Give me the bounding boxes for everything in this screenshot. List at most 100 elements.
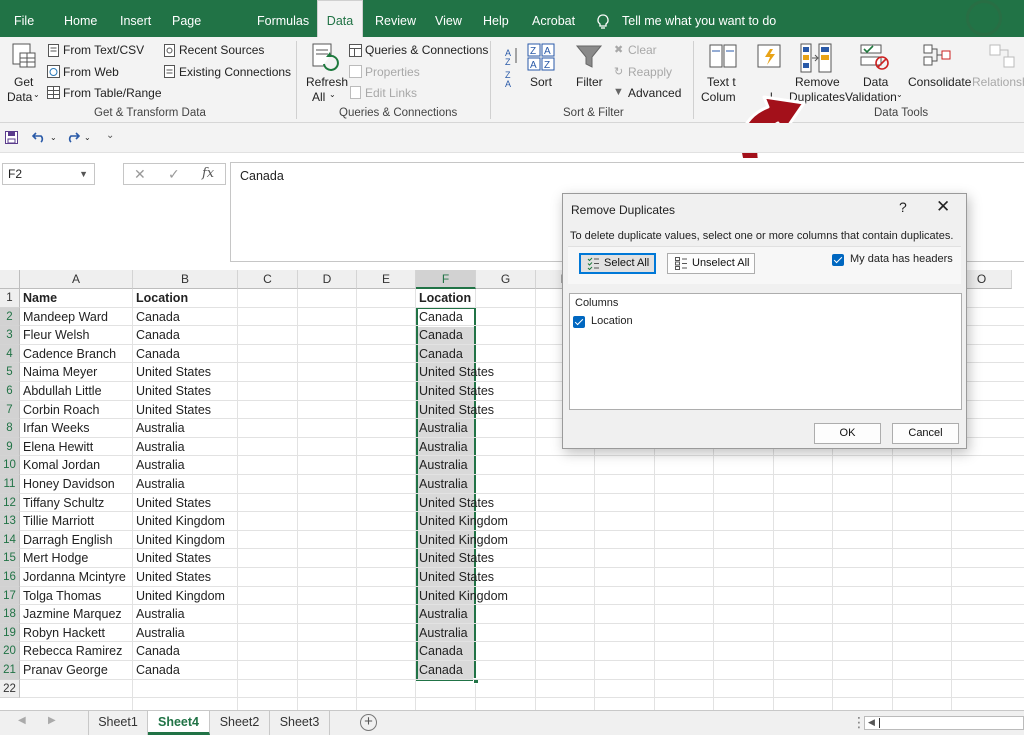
close-icon[interactable]: ✕	[936, 197, 950, 217]
cell-location[interactable]: Canada	[133, 661, 180, 679]
cell-location-copy[interactable]: United Kingdom	[416, 531, 508, 549]
row-header[interactable]: 18	[0, 605, 20, 624]
advanced-button[interactable]: Advanced	[628, 86, 681, 100]
scroll-right-icon[interactable]: ▶	[48, 715, 56, 726]
scroll-left-icon[interactable]: ◀	[868, 717, 875, 728]
column-header-e[interactable]: E	[357, 270, 416, 289]
cell-name[interactable]: Corbin Roach	[20, 401, 99, 419]
enter-check-icon[interactable]: ✓	[168, 166, 180, 183]
column-header-b[interactable]: B	[133, 270, 238, 289]
cell-location[interactable]: Australia	[133, 475, 185, 493]
cell-location[interactable]: Australia	[133, 419, 185, 437]
tab-review[interactable]: Review	[375, 0, 416, 37]
ok-button[interactable]: OK	[814, 423, 881, 444]
cell-location-copy[interactable]: United States	[416, 494, 494, 512]
scrollbar-thumb[interactable]	[879, 718, 880, 728]
tell-me-search[interactable]: Tell me what you want to do	[622, 0, 776, 37]
tab-data[interactable]: Data	[317, 0, 363, 37]
column-checkbox-location[interactable]	[573, 316, 585, 328]
cancel-button[interactable]: Cancel	[892, 423, 959, 444]
column-header-c[interactable]: C	[238, 270, 298, 289]
existing-connections-button[interactable]: Existing Connections	[179, 65, 291, 79]
from-text-csv-button[interactable]: From Text/CSV	[63, 43, 144, 57]
row-header[interactable]: 12	[0, 493, 20, 513]
row-header[interactable]: 17	[0, 586, 20, 606]
select-all-corner[interactable]	[0, 270, 20, 289]
cell-location-copy[interactable]: United States	[416, 363, 494, 381]
row-header[interactable]: 3	[0, 326, 20, 345]
select-all-button[interactable]: Select All	[579, 253, 656, 274]
scroll-left-icon[interactable]: ◀	[18, 715, 26, 726]
row-header[interactable]: 15	[0, 549, 20, 568]
cell-location[interactable]: Location	[133, 289, 188, 307]
row-header[interactable]: 4	[0, 344, 20, 364]
row-header[interactable]: 10	[0, 456, 20, 475]
cell-location-copy[interactable]: Australia	[416, 624, 468, 642]
cell-name[interactable]: Tiffany Schultz	[20, 494, 104, 512]
cell-location-copy[interactable]: Australia	[416, 475, 468, 493]
cell-name[interactable]: Abdullah Little	[20, 382, 102, 400]
help-button[interactable]: ?	[899, 199, 907, 215]
queries-connections-button[interactable]: Queries & Connections	[365, 43, 488, 57]
row-header[interactable]: 21	[0, 661, 20, 680]
cell-location[interactable]: United States	[133, 568, 211, 586]
cell-location[interactable]: Australia	[133, 456, 185, 474]
row-header[interactable]: 22	[0, 679, 20, 699]
cell-name[interactable]: Tillie Marriott	[20, 512, 94, 530]
cell-name[interactable]: Naima Meyer	[20, 363, 97, 381]
cell-name[interactable]: Irfan Weeks	[20, 419, 89, 437]
cell-location-copy[interactable]: Canada	[416, 345, 463, 363]
tab-insert[interactable]: Insert	[120, 0, 151, 37]
tab-page-layout[interactable]: Page Layout	[172, 0, 236, 71]
tab-formulas[interactable]: Formulas	[257, 0, 309, 37]
cell-name[interactable]: Jordanna Mcintyre	[20, 568, 126, 586]
sheet-tab-sheet2[interactable]: Sheet2	[210, 711, 270, 735]
cell-location-copy[interactable]: Australia	[416, 456, 468, 474]
cell-name[interactable]: Darragh English	[20, 531, 113, 549]
cell-location[interactable]: Canada	[133, 326, 180, 344]
insert-function-icon[interactable]: fx	[202, 166, 214, 181]
tab-help[interactable]: Help	[483, 0, 509, 37]
name-box[interactable]: F2 ▼	[2, 163, 95, 185]
cell-name[interactable]: Fleur Welsh	[20, 326, 89, 344]
row-header[interactable]: 9	[0, 437, 20, 457]
column-label-location[interactable]: Location	[591, 315, 633, 327]
sort-az-icon[interactable]: A Z Z A	[504, 45, 520, 87]
cell-name[interactable]: Name	[20, 289, 57, 307]
reapply-button[interactable]: Reapply	[628, 65, 672, 79]
cell-name[interactable]: Honey Davidson	[20, 475, 115, 493]
cell-location[interactable]: United States	[133, 494, 211, 512]
tab-file[interactable]: File	[14, 0, 34, 37]
row-header[interactable]: 20	[0, 642, 20, 661]
cell-location[interactable]: United States	[133, 382, 211, 400]
sheet-tab-sheet1[interactable]: Sheet1	[88, 711, 148, 735]
save-icon[interactable]	[5, 131, 18, 144]
flash-fill-icon[interactable]	[756, 43, 782, 71]
cell-location[interactable]: United Kingdom	[133, 531, 225, 549]
has-headers-checkbox[interactable]	[832, 254, 844, 266]
cell-location[interactable]: Australia	[133, 624, 185, 642]
properties-button[interactable]: Properties	[365, 65, 420, 79]
cell-location[interactable]: Australia	[133, 438, 185, 456]
row-header[interactable]: 16	[0, 568, 20, 587]
recent-sources-button[interactable]: Recent Sources	[179, 43, 264, 57]
add-sheet-button[interactable]: +	[360, 714, 377, 731]
cell-name[interactable]: Tolga Thomas	[20, 587, 101, 605]
chevron-down-icon[interactable]: ⌄	[50, 133, 57, 142]
cell-location[interactable]: United States	[133, 363, 211, 381]
cell-location[interactable]: United States	[133, 549, 211, 567]
cell-location-copy[interactable]: United States	[416, 549, 494, 567]
cell-name[interactable]: Cadence Branch	[20, 345, 116, 363]
column-header-d[interactable]: D	[298, 270, 357, 289]
from-table-range-button[interactable]: From Table/Range	[63, 86, 162, 100]
cell-name[interactable]: Mert Hodge	[20, 549, 88, 567]
cell-name[interactable]: Elena Hewitt	[20, 438, 93, 456]
sheet-tab-sheet3[interactable]: Sheet3	[270, 711, 330, 735]
cell-name[interactable]: Robyn Hackett	[20, 624, 105, 642]
cell-location[interactable]: Canada	[133, 642, 180, 660]
cell-name[interactable]: Rebecca Ramirez	[20, 642, 122, 660]
cell-location[interactable]: Canada	[133, 308, 180, 326]
cell-location-copy[interactable]: Canada	[416, 661, 463, 679]
row-header[interactable]: 6	[0, 382, 20, 401]
cell-location-copy[interactable]: Canada	[416, 326, 463, 344]
